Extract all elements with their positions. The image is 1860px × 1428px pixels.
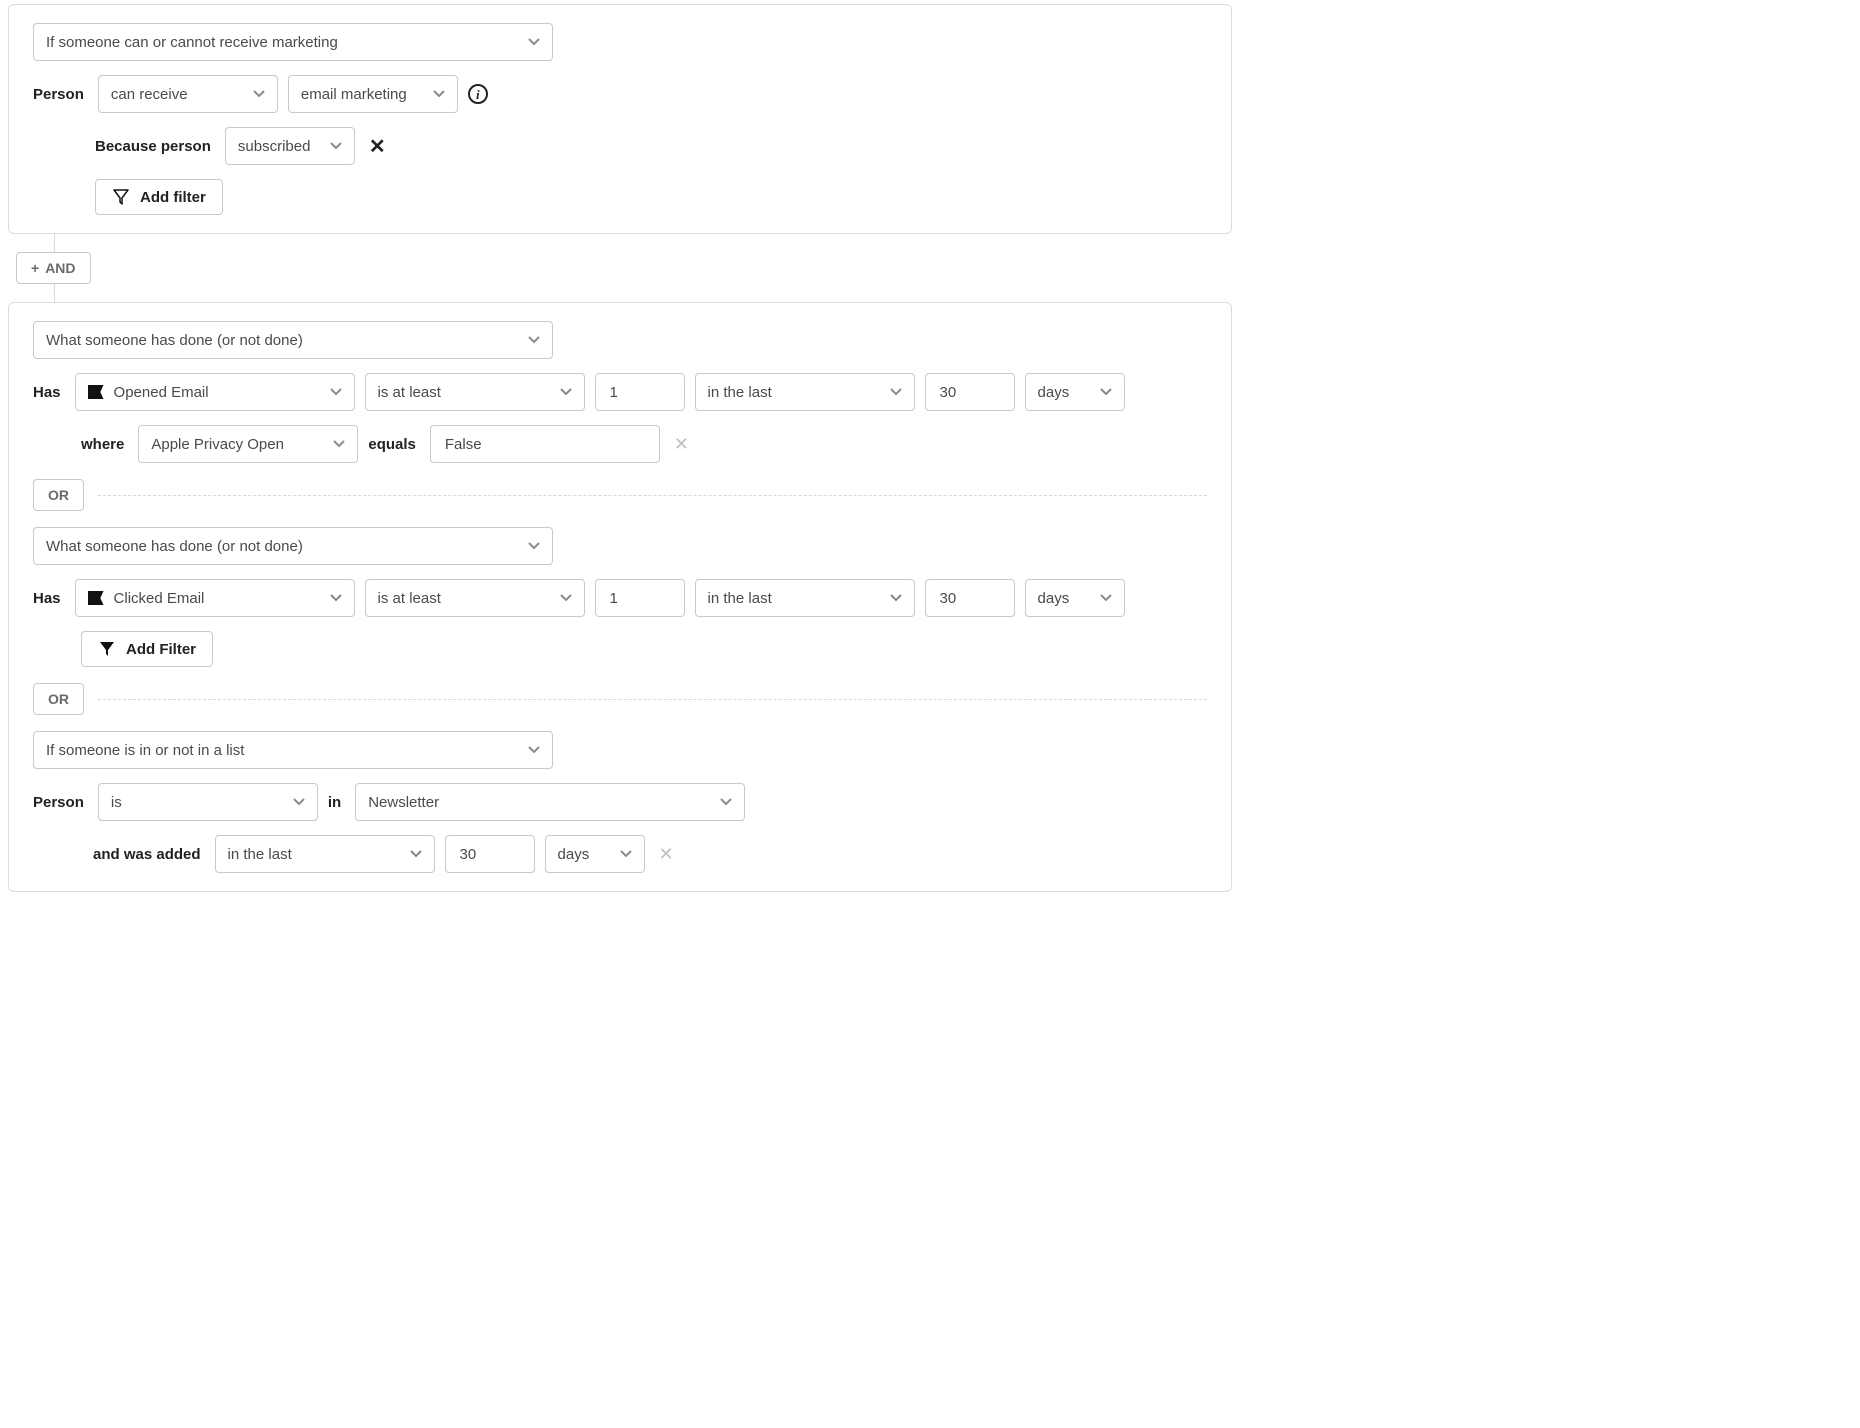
remove-where-button[interactable]: ✕ [670, 434, 693, 455]
time-unit-select[interactable]: days [1025, 373, 1125, 411]
flag-icon [88, 591, 104, 605]
chevron-down-icon [560, 594, 572, 602]
added-unit-select[interactable]: days [545, 835, 645, 873]
condition-group-b: What someone has done (or not done) Has … [8, 302, 1232, 892]
chevron-down-icon [330, 388, 342, 396]
where-label: where [81, 436, 124, 453]
time-op-select[interactable]: in the last [695, 579, 915, 617]
chevron-down-icon [620, 850, 632, 858]
chevron-down-icon [720, 798, 732, 806]
plus-icon: + [31, 260, 39, 276]
or-pill: OR [33, 683, 84, 715]
chevron-down-icon [433, 90, 445, 98]
and-button[interactable]: + AND [16, 252, 91, 284]
added-op-select[interactable]: in the last [215, 835, 435, 873]
condition-type-select[interactable]: What someone has done (or not done) [33, 527, 553, 565]
has-label: Has [33, 590, 61, 607]
add-filter-button[interactable]: Add filter [95, 179, 223, 215]
chevron-down-icon [330, 142, 342, 150]
where-value-input[interactable] [430, 425, 660, 463]
chevron-down-icon [528, 542, 540, 550]
info-icon[interactable]: i [468, 84, 488, 104]
remove-reason-button[interactable]: ✕ [365, 134, 390, 159]
chevron-down-icon [1100, 594, 1112, 602]
condition-type-select[interactable]: If someone is in or not in a list [33, 731, 553, 769]
person-label: Person [33, 794, 84, 811]
time-value-input[interactable] [925, 373, 1015, 411]
condition-group-a: If someone can or cannot receive marketi… [8, 4, 1232, 234]
condition-type-select[interactable]: If someone can or cannot receive marketi… [33, 23, 553, 61]
added-value-input[interactable] [445, 835, 535, 873]
count-input[interactable] [595, 579, 685, 617]
person-label: Person [33, 86, 84, 103]
or-separator: OR [33, 479, 1207, 511]
is-select[interactable]: is [98, 783, 318, 821]
equals-label: equals [368, 436, 416, 453]
chevron-down-icon [333, 440, 345, 448]
chevron-down-icon [330, 594, 342, 602]
operator-select[interactable]: is at least [365, 373, 585, 411]
can-receive-select[interactable]: can receive [98, 75, 278, 113]
where-property-select[interactable]: Apple Privacy Open [138, 425, 358, 463]
funnel-icon [98, 640, 116, 658]
chevron-down-icon [528, 336, 540, 344]
funnel-icon [112, 188, 130, 206]
count-input[interactable] [595, 373, 685, 411]
channel-select[interactable]: email marketing [288, 75, 458, 113]
time-value-input[interactable] [925, 579, 1015, 617]
or-separator: OR [33, 683, 1207, 715]
and-was-added-label: and was added [93, 846, 201, 863]
chevron-down-icon [1100, 388, 1112, 396]
chevron-down-icon [253, 90, 265, 98]
event-select[interactable]: Opened Email [75, 373, 355, 411]
chevron-down-icon [560, 388, 572, 396]
event-select[interactable]: Clicked Email [75, 579, 355, 617]
time-unit-select[interactable]: days [1025, 579, 1125, 617]
flag-icon [88, 385, 104, 399]
list-select[interactable]: Newsletter [355, 783, 745, 821]
has-label: Has [33, 384, 61, 401]
chevron-down-icon [293, 798, 305, 806]
chevron-down-icon [890, 388, 902, 396]
operator-select[interactable]: is at least [365, 579, 585, 617]
in-label: in [328, 794, 341, 811]
connector-line [54, 284, 1232, 302]
reason-select[interactable]: subscribed [225, 127, 355, 165]
condition-type-select[interactable]: What someone has done (or not done) [33, 321, 553, 359]
chevron-down-icon [528, 746, 540, 754]
time-op-select[interactable]: in the last [695, 373, 915, 411]
because-person-label: Because person [95, 138, 211, 155]
add-filter-button[interactable]: Add Filter [81, 631, 213, 667]
remove-added-button[interactable]: ✕ [655, 844, 678, 865]
chevron-down-icon [410, 850, 422, 858]
chevron-down-icon [890, 594, 902, 602]
chevron-down-icon [528, 38, 540, 46]
condition-type-label: If someone can or cannot receive marketi… [46, 34, 514, 51]
connector-line [54, 234, 1232, 252]
or-pill: OR [33, 479, 84, 511]
